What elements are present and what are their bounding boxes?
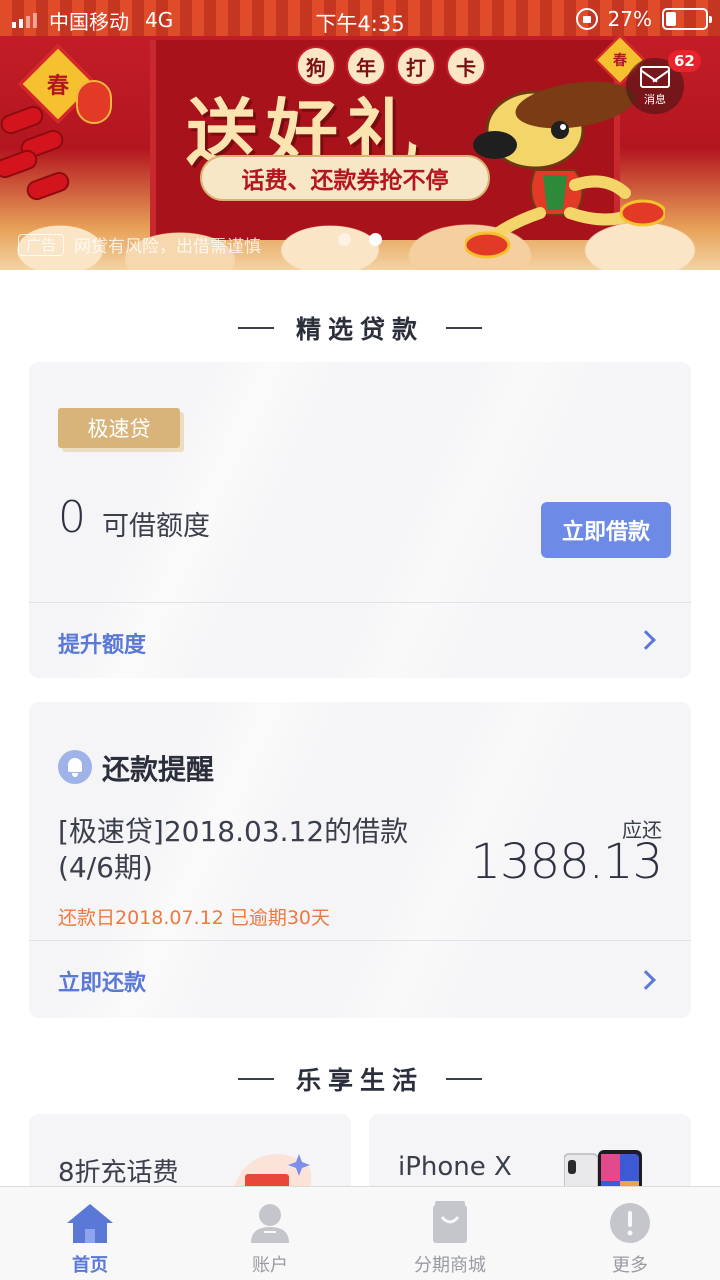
home-icon bbox=[67, 1204, 113, 1243]
tab-home[interactable]: 首页 bbox=[0, 1187, 180, 1280]
risk-notice: 网贷有风险，出借需谨慎 bbox=[74, 237, 262, 257]
carousel-dot[interactable] bbox=[338, 233, 351, 246]
reminder-title: 还款提醒 bbox=[102, 753, 215, 786]
section-title-life: 乐享生活 bbox=[0, 1061, 720, 1097]
lantern-icon bbox=[76, 80, 112, 124]
banner-ribbon: 话费、还款券抢不停 bbox=[200, 155, 490, 201]
raise-limit-row[interactable]: 提升额度 bbox=[29, 603, 691, 678]
message-label: 消息 bbox=[644, 92, 666, 106]
carousel-indicator bbox=[338, 233, 382, 246]
firecracker-icon bbox=[0, 103, 90, 220]
status-bar: 中国移动 4G 下午4:35 27% bbox=[0, 0, 720, 40]
life-card-label: 8折充话费 bbox=[58, 1158, 179, 1188]
tab-label: 更多 bbox=[612, 1255, 648, 1276]
repayment-reminder-card: 还款提醒 [极速贷]2018.03.12的借款(4/6期) 应还 1388.13… bbox=[29, 702, 691, 1018]
bottom-tab-bar: 首页 账户 分期商城 更多 bbox=[0, 1186, 720, 1280]
loan-card: 极速贷 0 可借额度 立即借款 提升额度 bbox=[29, 362, 691, 678]
account-icon bbox=[251, 1204, 289, 1243]
borrow-now-button[interactable]: 立即借款 bbox=[541, 502, 671, 558]
more-icon bbox=[610, 1203, 650, 1243]
repay-now-row[interactable]: 立即还款 bbox=[29, 941, 691, 1018]
message-count-badge: 62 bbox=[668, 50, 701, 72]
section-title-text: 精选贷款 bbox=[295, 315, 424, 344]
ad-label: 广告 bbox=[18, 233, 65, 256]
tab-installment-mall[interactable]: 分期商城 bbox=[360, 1187, 540, 1280]
chevron-right-icon bbox=[636, 970, 656, 990]
raise-limit-link[interactable]: 提升额度 bbox=[58, 627, 146, 659]
due-amount: 1388.13 bbox=[470, 834, 663, 890]
available-amount: 0 bbox=[58, 492, 86, 543]
tab-label: 首页 bbox=[72, 1255, 108, 1276]
tab-label: 分期商城 bbox=[414, 1255, 486, 1276]
shopping-bag-icon bbox=[433, 1201, 467, 1243]
ad-notice: 广告 网贷有风险，出借需谨慎 bbox=[18, 232, 261, 257]
battery-icon bbox=[662, 8, 712, 30]
tab-account[interactable]: 账户 bbox=[180, 1187, 360, 1280]
bell-icon bbox=[58, 750, 92, 784]
carousel-dot-active[interactable] bbox=[369, 233, 382, 246]
overdue-notice: 还款日2018.07.12 已逾期30天 bbox=[58, 907, 331, 929]
rotation-lock-icon bbox=[575, 8, 598, 30]
life-card-label: iPhone X bbox=[398, 1152, 512, 1182]
promo-banner[interactable]: 春 春 狗 年 打 卡 送好礼 话费、还款券抢不停 广告 网贷有风险，出借需谨慎 bbox=[0, 0, 720, 270]
battery-percent: 27% bbox=[607, 7, 652, 31]
repay-now-link[interactable]: 立即还款 bbox=[58, 965, 146, 997]
section-title-text: 乐享生活 bbox=[295, 1066, 424, 1095]
tab-more[interactable]: 更多 bbox=[540, 1187, 720, 1280]
tab-label: 账户 bbox=[252, 1255, 288, 1276]
chevron-right-icon bbox=[636, 630, 656, 650]
available-amount-label: 可借额度 bbox=[102, 511, 210, 542]
section-title-loans: 精选贷款 bbox=[0, 310, 720, 346]
loan-description: [极速贷]2018.03.12的借款(4/6期) bbox=[58, 815, 409, 884]
product-badge: 极速贷 bbox=[58, 408, 180, 448]
envelope-icon bbox=[640, 65, 670, 88]
